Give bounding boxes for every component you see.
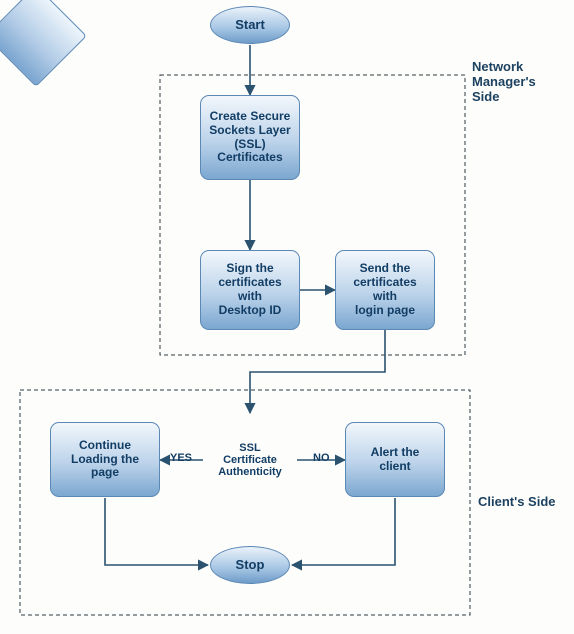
node-decision-auth-label: SSL Certificate Authenticity	[200, 432, 300, 488]
edge-label-no: NO	[313, 452, 330, 464]
frame-label-nm: Network Manager's Side	[472, 60, 572, 105]
frame-client	[20, 390, 470, 615]
edge-send-auth	[250, 330, 385, 413]
edge-label-yes: YES	[170, 452, 192, 464]
edge-alert-stop	[292, 498, 395, 565]
edge-cont-stop	[105, 498, 208, 565]
frame-network-manager	[160, 75, 465, 355]
frame-label-client: Client's Side	[478, 495, 556, 510]
flowchart-canvas: Network Manager's Side Client's Side Sta…	[0, 0, 574, 634]
